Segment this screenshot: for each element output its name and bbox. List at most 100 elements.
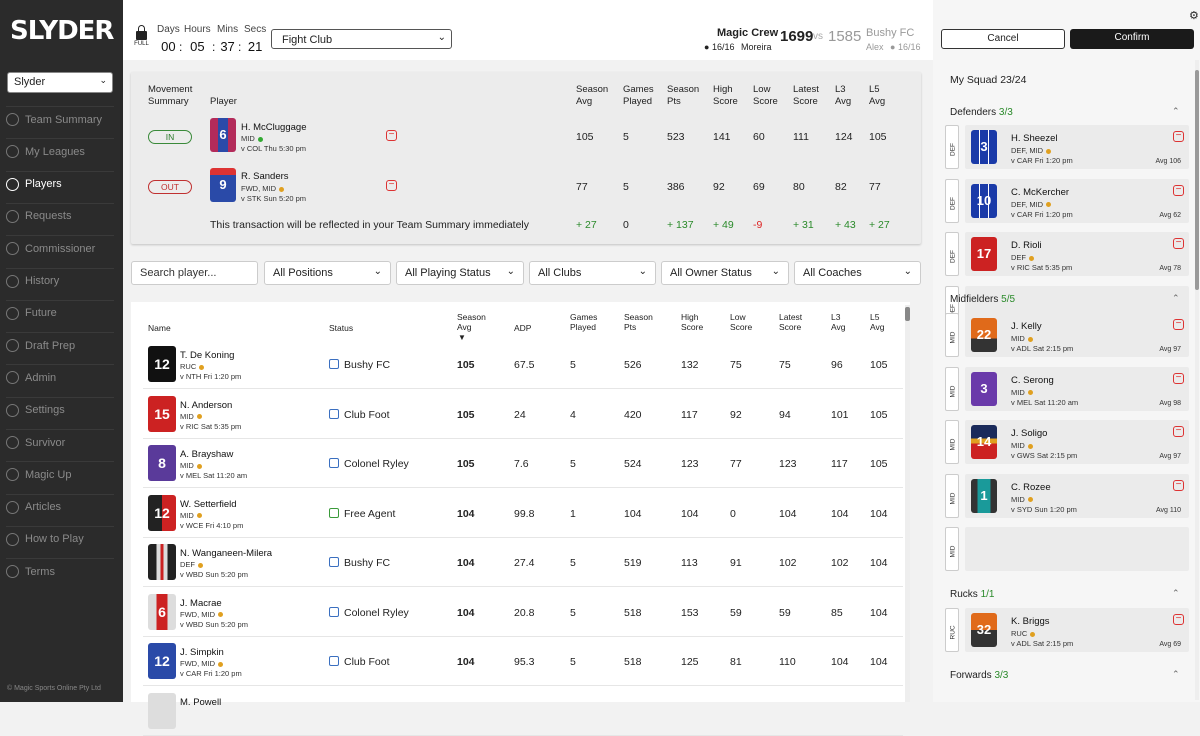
player-name[interactable]: N. Anderson (180, 400, 232, 411)
sidebar-item-team-summary[interactable]: Team Summary (6, 106, 114, 132)
season-avg-header[interactable]: Season Avg (457, 312, 491, 332)
chevron-up-icon[interactable]: ⌃ (1172, 669, 1180, 680)
owner-status[interactable]: Colonel Ryley (329, 607, 409, 619)
midfielders-slot[interactable]: MID 1 C. Rozee MID v SYD Sun 1:20 pm − Avg 110 (945, 473, 1189, 518)
defenders-slot[interactable]: DEF 3 H. Sheezel DEF, MID v CAR Fri 1:20 pm −… (945, 125, 1189, 169)
sidebar-item-requests[interactable]: Requests (6, 202, 114, 229)
rucks-slot[interactable]: RUC 32 K. Briggs RUC v ADL Sat 2:15 pm − Avg 6… (945, 608, 1189, 652)
sidebar-item-magic-up[interactable]: Magic Up (6, 461, 114, 487)
sidebar-item-commissioner[interactable]: Commissioner (6, 235, 114, 261)
gear-icon[interactable]: ⚙ (1189, 9, 1199, 22)
sidebar-item-future[interactable]: Future (6, 299, 114, 326)
remove-icon[interactable]: − (1173, 426, 1184, 437)
empty-slot[interactable] (965, 527, 1189, 571)
midfielders-slot[interactable]: MID 14 J. Soligo MID v GWS Sat 2:15 pm − Avg 9… (945, 420, 1189, 464)
player-name[interactable]: M. Powell (180, 697, 221, 708)
squad-player-card[interactable]: 22 J. Kelly MID v ADL Sat 2:15 pm − Avg 97 (965, 313, 1189, 357)
slyder-logo[interactable]: SLYDER (10, 16, 114, 46)
sidebar-item-players[interactable]: Players (6, 170, 114, 197)
chevron-up-icon[interactable]: ⌃ (1172, 588, 1180, 599)
rucks-heading[interactable]: Rucks 1/1 (950, 589, 994, 600)
squad-player-card[interactable]: 17 D. Rioli DEF v RIC Sat 5:35 pm − Avg 78 (965, 232, 1189, 276)
high-score-header[interactable]: High Score (681, 312, 711, 332)
sidebar-item-articles[interactable]: Articles (6, 493, 114, 520)
sidebar-item-admin[interactable]: Admin (6, 364, 114, 390)
table-row[interactable] (143, 687, 903, 736)
owner-status[interactable]: Colonel Ryley (329, 458, 409, 470)
owner-status[interactable]: Bushy FC (329, 557, 390, 569)
search-input[interactable]: Search player... (131, 261, 258, 285)
remove-icon[interactable]: − (1173, 319, 1184, 330)
player-name[interactable]: A. Brayshaw (180, 449, 233, 460)
remove-icon[interactable]: − (1173, 479, 1184, 491)
squad-player-card[interactable]: 10 C. McKercher DEF, MID v CAR Fri 1:20 pm −… (965, 178, 1189, 223)
midfielders-heading[interactable]: Midfielders 5/5 (950, 294, 1015, 305)
player-name[interactable]: J. Simpkin (180, 647, 224, 658)
squad-scrollbar[interactable] (1195, 60, 1199, 700)
games-played-header[interactable]: Games Played (570, 312, 602, 332)
player-name[interactable]: N. Wanganeen-Milera (180, 548, 272, 559)
playing-status-filter[interactable]: All Playing Status ⌄ (396, 261, 524, 285)
league-matchup-select[interactable]: Fight Club ⌄ (271, 29, 452, 49)
sidebar-item-survivor[interactable]: Survivor (6, 429, 114, 455)
season-pts-header[interactable]: Season Pts (624, 312, 656, 332)
adp-header[interactable]: ADP (514, 323, 531, 333)
sidebar-item-history[interactable]: History (6, 267, 114, 294)
squad-player-card[interactable]: 14 J. Soligo MID v GWS Sat 2:15 pm − Avg 97 (965, 420, 1189, 464)
team2-name[interactable]: Bushy FC (866, 27, 914, 39)
squad-player-name[interactable]: C. Rozee (1011, 482, 1051, 493)
squad-player-name[interactable]: J. Soligo (1011, 428, 1047, 439)
coaches-filter[interactable]: All Coaches ⌄ (794, 261, 921, 285)
table-scrollbar[interactable] (905, 305, 910, 702)
league-select[interactable]: Slyder ⌄ (7, 72, 113, 93)
sidebar-item-draft-prep[interactable]: Draft Prep (6, 332, 114, 358)
squad-player-card[interactable]: 3 C. Serong MID v MEL Sat 11:20 am − Avg 98 (965, 366, 1189, 411)
sidebar-item-my-leagues[interactable]: My Leagues (6, 138, 114, 164)
clubs-filter[interactable]: All Clubs ⌄ (529, 261, 656, 285)
squad-player-card[interactable]: 32 K. Briggs RUC v ADL Sat 2:15 pm − Avg 69 (965, 608, 1189, 652)
owner-status-filter[interactable]: All Owner Status ⌄ (661, 261, 789, 285)
owner-status[interactable]: Bushy FC (329, 359, 390, 371)
player-name[interactable]: W. Setterfield (180, 499, 237, 510)
in-player-name[interactable]: H. McCluggage (241, 122, 306, 133)
low-score-header[interactable]: Low Score (730, 312, 760, 332)
midfielders-slot[interactable]: MID 22 J. Kelly MID v ADL Sat 2:15 pm − Avg 97 (945, 313, 1189, 357)
owner-status[interactable]: Free Agent (329, 508, 395, 520)
owner-status[interactable]: Club Foot (329, 409, 390, 421)
sidebar-item-how-to-play[interactable]: How to Play (6, 525, 114, 552)
remove-icon[interactable]: − (1173, 238, 1184, 249)
player-name[interactable]: J. Macrae (180, 598, 222, 609)
chevron-up-icon[interactable]: ⌃ (1172, 106, 1180, 117)
name-header[interactable]: Name (148, 323, 171, 333)
midfielders-slot[interactable]: MID (945, 527, 1189, 571)
remove-icon[interactable]: − (1173, 184, 1184, 196)
sidebar-item-terms[interactable]: Terms (6, 558, 114, 584)
l5-avg-header[interactable]: L5 Avg (870, 312, 894, 332)
remove-icon[interactable]: − (386, 180, 397, 191)
player-name[interactable]: T. De Koning (180, 350, 234, 361)
squad-player-name[interactable]: J. Kelly (1011, 321, 1042, 332)
l3-avg-header[interactable]: L3 Avg (831, 312, 855, 332)
defenders-heading[interactable]: Defenders 3/3 (950, 107, 1013, 118)
squad-player-name[interactable]: D. Rioli (1011, 240, 1042, 251)
remove-icon[interactable]: − (386, 130, 397, 141)
midfielders-slot[interactable]: MID 3 C. Serong MID v MEL Sat 11:20 am − Avg 9… (945, 366, 1189, 411)
remove-icon[interactable]: − (1173, 131, 1184, 142)
remove-icon[interactable]: − (1173, 614, 1184, 625)
confirm-button[interactable]: Confirm (1070, 29, 1194, 49)
defenders-slot[interactable]: DEF 17 D. Rioli DEF v RIC Sat 5:35 pm − Avg 78 (945, 232, 1189, 276)
squad-player-name[interactable]: C. Serong (1011, 375, 1054, 386)
out-player-name[interactable]: R. Sanders (241, 171, 289, 182)
squad-player-name[interactable]: K. Briggs (1011, 616, 1050, 627)
owner-status[interactable]: Club Foot (329, 656, 390, 668)
cancel-button[interactable]: Cancel (941, 29, 1065, 49)
squad-player-card[interactable]: 3 H. Sheezel DEF, MID v CAR Fri 1:20 pm − Avg… (965, 125, 1189, 169)
chevron-up-icon[interactable]: ⌃ (1172, 293, 1180, 304)
forwards-heading[interactable]: Forwards 3/3 (950, 670, 1008, 681)
status-header[interactable]: Status (329, 323, 353, 333)
squad-player-card[interactable]: 1 C. Rozee MID v SYD Sun 1:20 pm − Avg 110 (965, 473, 1189, 518)
squad-player-name[interactable]: H. Sheezel (1011, 133, 1057, 144)
latest-score-header[interactable]: Latest Score (779, 312, 809, 332)
team1-name[interactable]: Magic Crew (717, 27, 778, 39)
defenders-slot[interactable]: DEF 10 C. McKercher DEF, MID v CAR Fri 1:20 … (945, 178, 1189, 223)
